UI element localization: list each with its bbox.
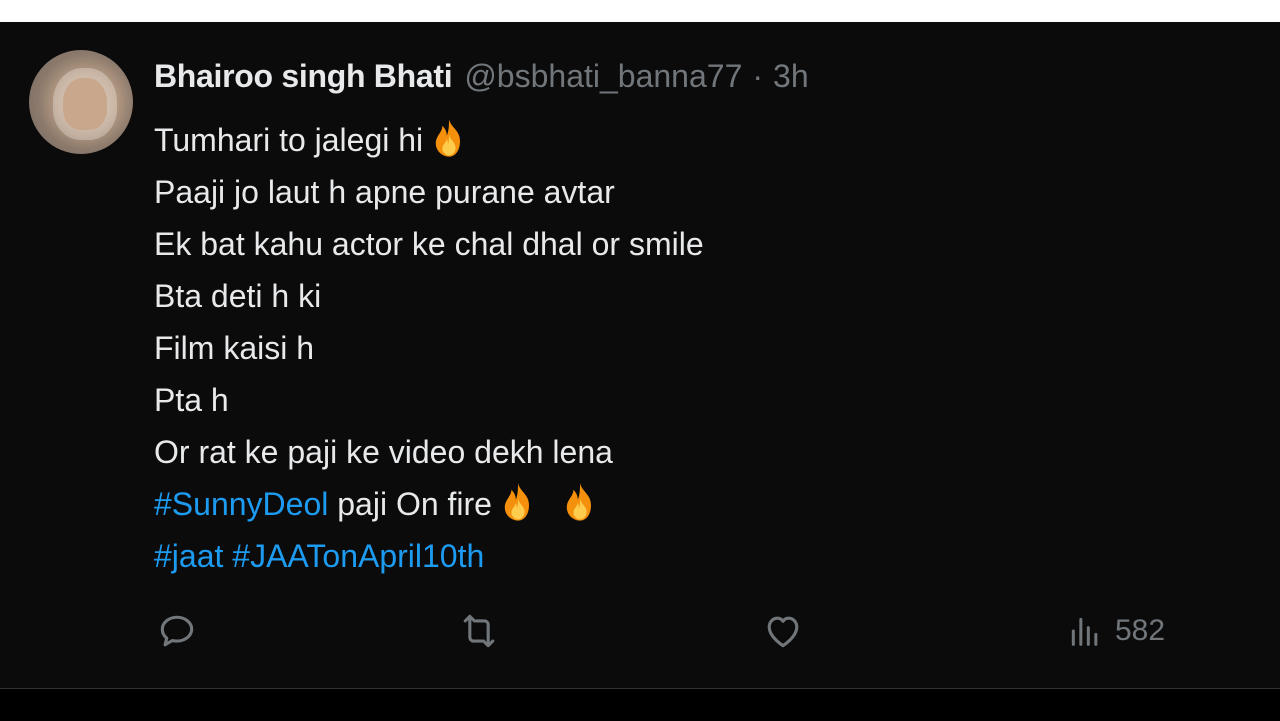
retweet-button[interactable] [457, 606, 501, 656]
retweet-icon [463, 614, 495, 648]
hashtag-link[interactable]: #JAATonApril10th [232, 538, 484, 574]
like-button[interactable] [761, 606, 805, 656]
views-count: 582 [1115, 614, 1166, 647]
tweet-line-text: Pta h [154, 382, 229, 418]
tweet-line: #jaat #JAATonApril10th [154, 530, 704, 582]
tweet-line: Ek bat kahu actor ke chal dhal or smile [154, 218, 704, 270]
tweet-card[interactable]: Bhairoo singh Bhati @bsbhati_banna77 · 3… [0, 22, 1280, 688]
tweet-line: Or rat ke paji ke video dekh lena [154, 426, 704, 478]
tweet-text: Tumhari to jalegi hi Paaji jo laut h apn… [154, 114, 704, 582]
tweet-actions: 582 [0, 606, 1280, 656]
reply-button[interactable] [155, 606, 199, 656]
tweet-line-text: Or rat ke paji ke video dekh lena [154, 434, 613, 470]
tweet-line: Bta deti h ki [154, 270, 704, 322]
analytics-icon [1071, 617, 1098, 646]
tweet-line-text: paji On fire [328, 486, 492, 522]
hashtag-link[interactable]: #SunnyDeol [154, 486, 328, 522]
tweet-line-text: Ek bat kahu actor ke chal dhal or smile [154, 226, 704, 262]
avatar-face [63, 78, 107, 130]
tweet-header: Bhairoo singh Bhati @bsbhati_banna77 · 3… [154, 56, 809, 96]
tweet-line: Tumhari to jalegi hi [154, 114, 704, 166]
reply-icon [160, 615, 194, 647]
fire-emoji-icon [504, 483, 529, 521]
views-button[interactable]: 582 [1065, 606, 1165, 656]
tweet-line-text: Paaji jo laut h apne purane avtar [154, 174, 615, 210]
author-handle[interactable]: @bsbhati_banna77 [464, 58, 742, 95]
tweet-line: #SunnyDeol paji On fire [154, 478, 704, 530]
tweet-line: Film kaisi h [154, 322, 704, 374]
bottom-border [0, 688, 1280, 721]
avatar[interactable] [29, 50, 133, 154]
fire-emoji-icon [435, 119, 461, 157]
tweet-timestamp[interactable]: 3h [773, 58, 809, 95]
header-separator: · [752, 57, 764, 94]
author-display-name[interactable]: Bhairoo singh Bhati [154, 58, 453, 95]
tweet-line: Paaji jo laut h apne purane avtar [154, 166, 704, 218]
tweet-line-text: Bta deti h ki [154, 278, 322, 314]
tweet-line-text: Tumhari to jalegi hi [154, 122, 424, 158]
tweet-line: Pta h [154, 374, 704, 426]
top-border [0, 0, 1280, 22]
tweet-line-text: Film kaisi h [154, 330, 315, 366]
fire-emoji-icon [566, 483, 591, 521]
heart-icon [767, 616, 799, 648]
hashtag-link[interactable]: #jaat [154, 538, 223, 574]
